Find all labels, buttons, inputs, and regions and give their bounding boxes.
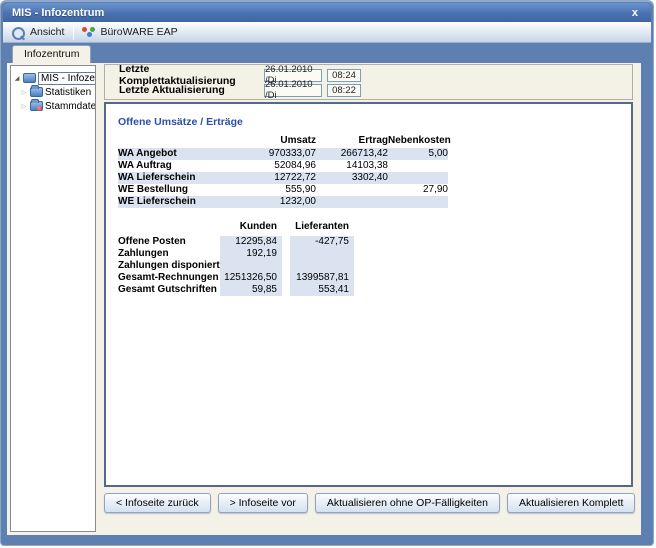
row-label: Zahlungen (118, 248, 220, 260)
people-group-icon (81, 26, 96, 39)
cell-nebenkosten: 27,90 (388, 184, 448, 196)
infoseite-vor-button[interactable]: > Infoseite vor (218, 493, 308, 513)
col-header-lieferanten: Lieferanten (290, 220, 354, 236)
cell-kunden: 12295,84 (220, 236, 282, 248)
table-row: WA Angebot 970333,07 266713,42 5,00 (118, 148, 448, 160)
row-label: Zahlungen disponiert (118, 260, 220, 272)
toolbar-separator (73, 25, 74, 40)
cell-umsatz: 555,90 (230, 184, 316, 196)
tree-collapsed-icon[interactable]: ▷ (20, 103, 28, 110)
cell-nebenkosten (388, 172, 448, 184)
table-row: Zahlungen 192,19 (118, 248, 354, 260)
cell-umsatz: 52084,96 (230, 160, 316, 172)
table-row: Offene Posten 12295,84 -427,75 (118, 236, 354, 248)
close-icon[interactable]: x (628, 7, 642, 19)
window-title: MIS - Infozentrum (12, 7, 628, 19)
tab-infozentrum[interactable]: Infozentrum (12, 45, 91, 63)
content-area: ◢ MIS - Infozentrum ▷ Statistiken ▷ Stam… (7, 63, 641, 535)
cell-nebenkosten (388, 196, 448, 208)
cell-umsatz: 1232,00 (230, 196, 316, 208)
cell-ertrag (316, 196, 388, 208)
cell-lieferanten: -427,75 (290, 236, 354, 248)
cell-lieferanten: 1399587,81 (290, 272, 354, 284)
footer-button-bar: < Infoseite zurück > Infoseite vor Aktua… (104, 493, 635, 513)
open-sales-table: Umsatz Ertrag Nebenkosten WA Angebot 970… (118, 134, 448, 208)
table-row: Gesamt-Rechnungen 1251326,50 1399587,81 (118, 272, 354, 284)
time-field[interactable]: 08:24 (327, 69, 361, 82)
tree-item-statistiken[interactable]: ▷ Statistiken (11, 85, 95, 99)
tree-item-label[interactable]: MIS - Infozentrum (38, 72, 96, 85)
row-label: Gesamt Gutschriften (118, 284, 220, 296)
table-row: WA Lieferschein 12722,72 3302,40 (118, 172, 448, 184)
cell-ertrag: 14103,38 (316, 160, 388, 172)
row-label: Offene Posten (118, 236, 220, 248)
infocenter-node-icon (23, 73, 36, 83)
cell-ertrag: 266713,42 (316, 148, 388, 160)
update-row-last: Letzte Aktualisierung 26.01.2010 /Di 08:… (119, 83, 624, 97)
row-label: WE Bestellung (118, 184, 230, 196)
table-row: Zahlungen disponiert (118, 260, 354, 272)
tree-item-label[interactable]: Stammdaten (45, 101, 96, 112)
update-label: Letzte Aktualisierung (119, 84, 264, 96)
page-title: Offene Umsätze / Erträge (118, 116, 243, 128)
cell-kunden (220, 260, 282, 272)
tree-expanded-icon[interactable]: ◢ (13, 75, 21, 82)
col-header-ertrag: Ertrag (316, 134, 388, 148)
buroware-eap-button-label: BüroWARE EAP (100, 26, 177, 38)
master-data-folder-icon (30, 101, 43, 111)
cell-umsatz: 970333,07 (230, 148, 316, 160)
aktualisieren-komplett-button[interactable]: Aktualisieren Komplett (507, 493, 635, 513)
cell-lieferanten (290, 260, 354, 272)
view-magnifier-icon (11, 26, 26, 39)
ansicht-button[interactable]: Ansicht (6, 23, 71, 41)
col-header-umsatz: Umsatz (230, 134, 316, 148)
table-row: WE Lieferschein 1232,00 (118, 196, 448, 208)
row-label: WE Lieferschein (118, 196, 230, 208)
tree-item-label[interactable]: Statistiken (45, 87, 91, 98)
ansicht-button-label: Ansicht (30, 26, 64, 38)
folder-icon (30, 87, 43, 97)
tree-item-mis-infozentrum[interactable]: ◢ MIS - Infozentrum (11, 71, 95, 85)
info-page-panel: Offene Umsätze / Erträge Umsatz Ertrag N… (104, 102, 633, 487)
row-label: Gesamt-Rechnungen (118, 272, 220, 284)
date-field[interactable]: 26.01.2010 /Di (264, 84, 322, 97)
cell-nebenkosten: 5,00 (388, 148, 448, 160)
cell-nebenkosten (388, 160, 448, 172)
table-header-row: Umsatz Ertrag Nebenkosten (118, 134, 448, 148)
time-field[interactable]: 08:22 (327, 84, 361, 97)
accounts-table: Kunden Lieferanten Offene Posten 12295,8… (118, 220, 354, 296)
cell-kunden: 192,19 (220, 248, 282, 260)
tree-collapsed-icon[interactable]: ▷ (20, 89, 28, 96)
cell-lieferanten: 553,41 (290, 284, 354, 296)
table-row: Gesamt Gutschriften 59,85 553,41 (118, 284, 354, 296)
row-label: WA Auftrag (118, 160, 230, 172)
buroware-eap-button[interactable]: BüroWARE EAP (76, 23, 184, 41)
cell-umsatz: 12722,72 (230, 172, 316, 184)
cell-lieferanten (290, 248, 354, 260)
application-window: MIS - Infozentrum x Ansicht BüroWARE EAP… (0, 0, 654, 546)
row-label: WA Angebot (118, 148, 230, 160)
col-header-kunden: Kunden (220, 220, 282, 236)
tree-item-stammdaten[interactable]: ▷ Stammdaten (11, 99, 95, 113)
toolbar: Ansicht BüroWARE EAP (3, 22, 651, 43)
table-row: WA Auftrag 52084,96 14103,38 (118, 160, 448, 172)
table-row: WE Bestellung 555,90 27,90 (118, 184, 448, 196)
cell-ertrag: 3302,40 (316, 172, 388, 184)
cell-kunden: 59,85 (220, 284, 282, 296)
table-header-row: Kunden Lieferanten (118, 220, 354, 236)
update-row-complete: Letzte Komplettaktualisierung 26.01.2010… (119, 68, 624, 82)
title-bar[interactable]: MIS - Infozentrum x (3, 3, 651, 22)
aktualisieren-ohne-op-button[interactable]: Aktualisieren ohne OP-Fälligkeiten (315, 493, 500, 513)
navigation-tree: ◢ MIS - Infozentrum ▷ Statistiken ▷ Stam… (10, 65, 96, 532)
row-label: WA Lieferschein (118, 172, 230, 184)
cell-ertrag (316, 184, 388, 196)
infoseite-zurueck-button[interactable]: < Infoseite zurück (104, 493, 211, 513)
tab-strip: Infozentrum (7, 43, 641, 63)
cell-kunden: 1251326,50 (220, 272, 282, 284)
col-header-nebenkosten: Nebenkosten (388, 134, 448, 148)
update-info-panel: Letzte Komplettaktualisierung 26.01.2010… (104, 64, 633, 100)
